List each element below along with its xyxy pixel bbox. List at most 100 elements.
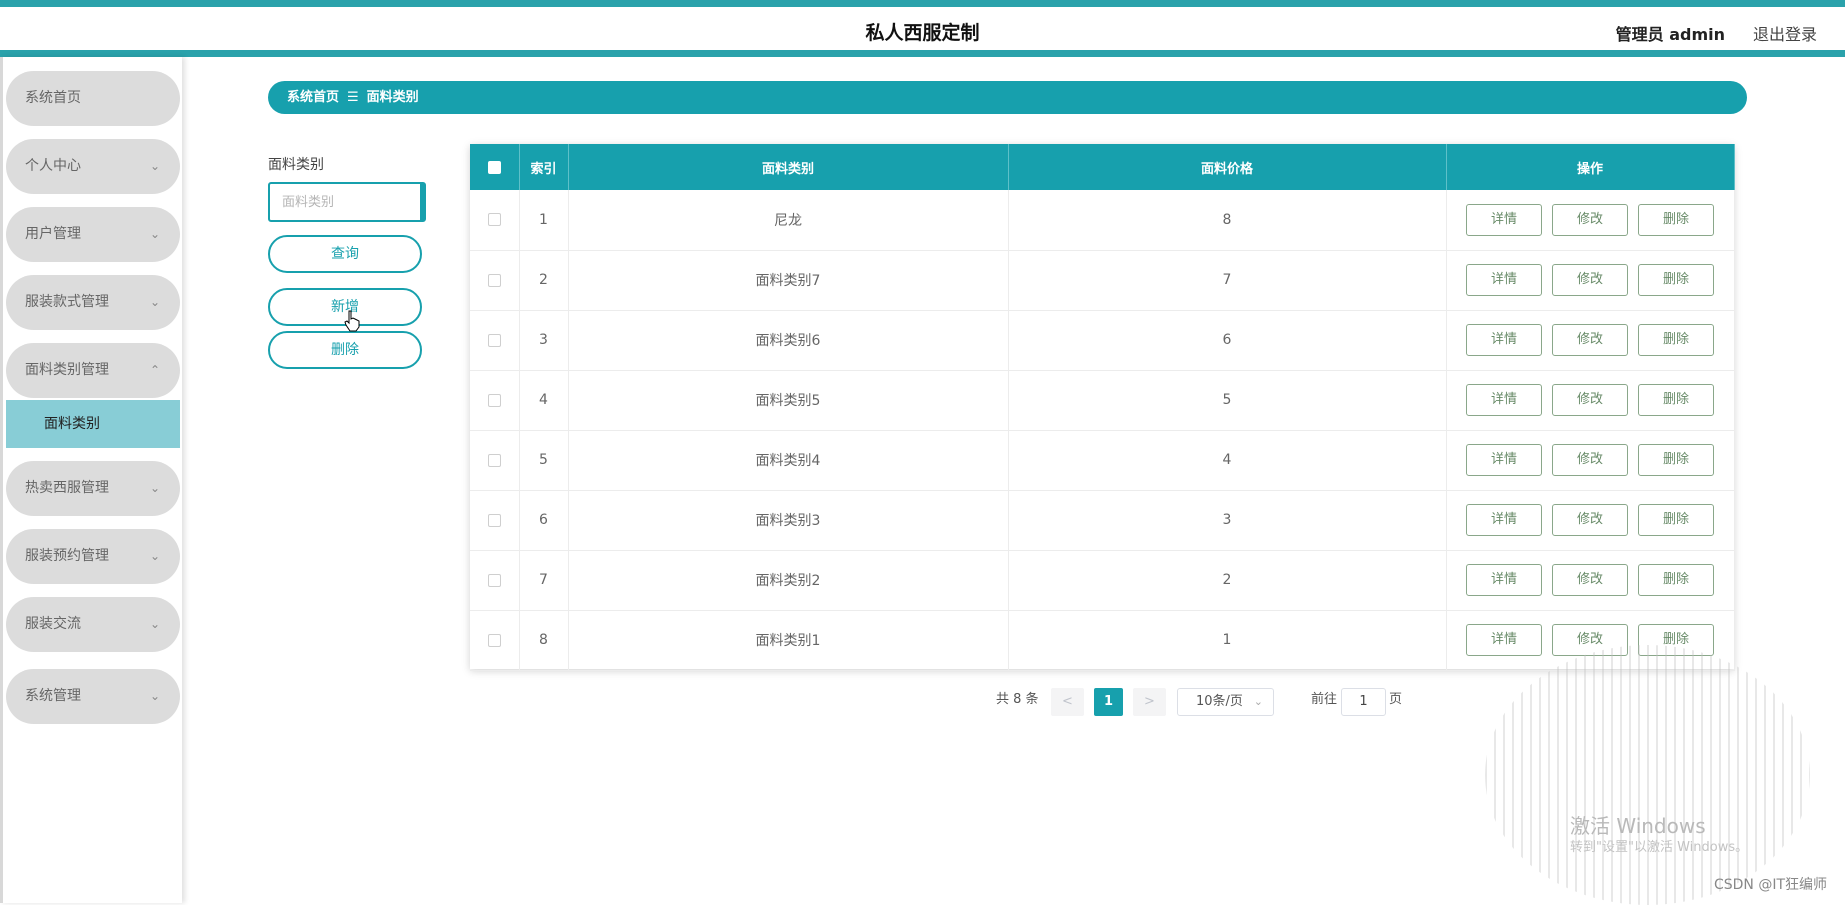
sidebar-item-label: 面料类别管理 <box>25 362 109 378</box>
row-category: 面料类别3 <box>568 490 1009 550</box>
fabric-category-search-input[interactable] <box>268 182 426 222</box>
row-checkbox[interactable] <box>487 633 501 647</box>
row-checkbox[interactable] <box>487 453 501 467</box>
row-checkbox[interactable] <box>487 273 501 287</box>
table-row: 5 面料类别4 4 详情 修改 删除 <box>470 430 1735 490</box>
table-row: 7 面料类别2 2 详情 修改 删除 <box>470 550 1735 610</box>
edit-button[interactable]: 修改 <box>1552 203 1628 236</box>
sidebar-item-home[interactable]: 系统首页 <box>6 71 180 126</box>
row-category: 面料类别2 <box>568 550 1009 610</box>
row-select-cell <box>470 610 520 670</box>
row-ops: 详情 修改 删除 <box>1446 490 1735 550</box>
sidebar-item-appointments[interactable]: 服装预约管理 ⌄ <box>6 529 180 584</box>
breadcrumb-current: 面料类别 <box>366 90 419 105</box>
row-category: 面料类别5 <box>568 370 1009 430</box>
select-all-checkbox[interactable] <box>487 160 501 174</box>
detail-button[interactable]: 详情 <box>1466 264 1542 296</box>
detail-button[interactable]: 详情 <box>1466 203 1542 236</box>
current-user-label: 管理员 admin <box>1615 25 1725 44</box>
sidebar-item-hot-suits[interactable]: 热卖西服管理 ⌄ <box>6 461 180 516</box>
delete-button[interactable]: 删除 <box>1638 264 1714 296</box>
detail-button[interactable]: 详情 <box>1466 564 1542 596</box>
row-select-cell <box>470 550 520 610</box>
row-ops: 详情 修改 删除 <box>1446 250 1735 310</box>
row-index: 1 <box>519 190 569 250</box>
sidebar-item-forum[interactable]: 服装交流 ⌄ <box>6 597 180 652</box>
detail-button[interactable]: 详情 <box>1466 444 1542 476</box>
pagination-page-1[interactable]: 1 <box>1094 688 1123 716</box>
delete-button[interactable]: 删除 <box>1638 504 1714 536</box>
row-index: 2 <box>519 250 569 310</box>
sidebar-item-label: 热卖西服管理 <box>25 480 109 496</box>
edit-button[interactable]: 修改 <box>1552 444 1628 476</box>
pagination-next-button[interactable]: > <box>1133 688 1166 716</box>
sidebar-item-fabric-category[interactable]: 面料类别管理 ⌃ <box>6 343 180 398</box>
sidebar-subitem-label: 面料类别 <box>44 416 100 432</box>
edit-button[interactable]: 修改 <box>1552 384 1628 416</box>
edit-button[interactable]: 修改 <box>1552 264 1628 296</box>
sidebar-subitem-fabric-category[interactable]: 面料类别 <box>6 400 180 448</box>
header-price: 面料价格 <box>1008 144 1447 190</box>
row-price: 1 <box>1008 610 1447 670</box>
delete-button[interactable]: 删除 <box>1638 444 1714 476</box>
chevron-down-icon: ⌄ <box>149 549 160 563</box>
delete-button[interactable]: 删除 <box>1638 564 1714 596</box>
logout-link[interactable]: 退出登录 <box>1753 21 1817 45</box>
chevron-down-icon: ⌄ <box>149 159 160 173</box>
sidebar-item-label: 用户管理 <box>25 226 81 242</box>
sidebar-item-system[interactable]: 系统管理 ⌄ <box>6 669 180 724</box>
row-checkbox[interactable] <box>487 573 501 587</box>
row-index: 6 <box>519 490 569 550</box>
row-select-cell <box>470 310 520 370</box>
header-category: 面料类别 <box>568 144 1009 190</box>
sidebar-item-users[interactable]: 用户管理 ⌄ <box>6 207 180 262</box>
edit-button[interactable]: 修改 <box>1552 324 1628 356</box>
chevron-down-icon: ⌄ <box>149 481 160 495</box>
hand-cursor-icon <box>344 310 360 332</box>
batch-delete-button[interactable]: 删除 <box>268 331 422 369</box>
row-ops: 详情 修改 删除 <box>1446 310 1735 370</box>
delete-button[interactable]: 删除 <box>1638 384 1714 416</box>
row-category: 尼龙 <box>568 190 1009 250</box>
row-select-cell <box>470 250 520 310</box>
row-checkbox[interactable] <box>487 333 501 347</box>
sidebar-item-styles[interactable]: 服装款式管理 ⌄ <box>6 275 180 330</box>
search-label: 面料类别 <box>268 157 324 173</box>
row-ops: 详情 修改 删除 <box>1446 430 1735 490</box>
row-index: 7 <box>519 550 569 610</box>
sidebar-item-profile[interactable]: 个人中心 ⌄ <box>6 139 180 194</box>
goto-page-input[interactable]: 1 <box>1341 688 1386 716</box>
row-category: 面料类别4 <box>568 430 1009 490</box>
detail-button[interactable]: 详情 <box>1466 624 1542 656</box>
delete-button[interactable]: 删除 <box>1638 203 1714 236</box>
pagination-total: 共 8 条 <box>996 692 1039 707</box>
chevron-down-icon: ⌄ <box>149 227 160 241</box>
sidebar-item-label: 系统管理 <box>25 688 81 704</box>
sidebar-item-label: 服装交流 <box>25 616 81 632</box>
edit-button[interactable]: 修改 <box>1552 504 1628 536</box>
delete-button[interactable]: 删除 <box>1638 324 1714 356</box>
detail-button[interactable]: 详情 <box>1466 504 1542 536</box>
pagination-prev-button[interactable]: < <box>1051 688 1084 716</box>
header-ops: 操作 <box>1446 144 1735 190</box>
edit-button[interactable]: 修改 <box>1552 564 1628 596</box>
row-index: 3 <box>519 310 569 370</box>
row-checkbox[interactable] <box>487 513 501 527</box>
row-price: 5 <box>1008 370 1447 430</box>
detail-button[interactable]: 详情 <box>1466 384 1542 416</box>
breadcrumb-home[interactable]: 系统首页 <box>287 90 339 105</box>
row-checkbox[interactable] <box>487 213 501 227</box>
query-button[interactable]: 查询 <box>268 235 422 273</box>
page-unit-label: 页 <box>1389 692 1403 707</box>
table-header-row: 索引 面料类别 面料价格 操作 <box>470 144 1735 190</box>
watermark-pattern <box>1485 645 1810 905</box>
chevron-down-icon: ⌄ <box>1253 695 1263 708</box>
row-price: 2 <box>1008 550 1447 610</box>
header-index: 索引 <box>519 144 569 190</box>
detail-button[interactable]: 详情 <box>1466 324 1542 356</box>
page-size-select[interactable]: 10条/页 ⌄ <box>1177 688 1274 716</box>
table-row: 2 面料类别7 7 详情 修改 删除 <box>470 250 1735 310</box>
row-checkbox[interactable] <box>487 393 501 407</box>
row-ops: 详情 修改 删除 <box>1446 190 1735 250</box>
select-all-cell <box>470 144 520 190</box>
